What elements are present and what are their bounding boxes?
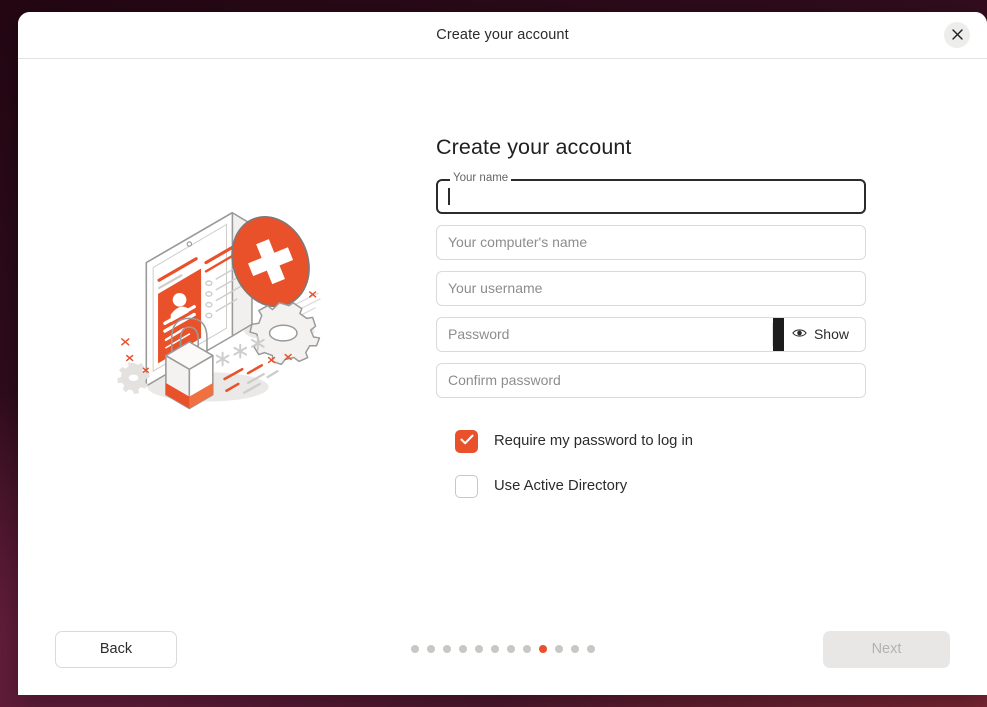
pagination-dot-12 <box>586 645 595 653</box>
pagination-dot-4 <box>458 645 467 653</box>
dialog-title: Create your account <box>436 27 569 43</box>
eye-icon <box>792 326 807 342</box>
next-button[interactable]: Next <box>823 630 950 668</box>
use-active-directory-checkbox-row[interactable]: Use Active Directory <box>455 474 877 498</box>
field-row-computer-name: Your computer's name <box>436 224 877 260</box>
checkmark-icon <box>459 432 474 450</box>
require-password-checkbox[interactable] <box>455 429 478 453</box>
confirm-password-placeholder: Confirm password <box>448 372 561 388</box>
password-caret-block <box>772 317 784 351</box>
show-password-label: Show <box>813 326 849 342</box>
pagination-dot-1 <box>410 645 419 653</box>
field-row-password: Password Show <box>436 316 877 352</box>
close-icon <box>951 28 963 43</box>
use-active-directory-checkbox[interactable] <box>455 474 478 498</box>
computer-name-input[interactable]: Your computer's name <box>436 224 866 260</box>
require-password-label: Require my password to log in <box>494 433 694 449</box>
text-caret <box>448 187 450 205</box>
dialog-footer: Back Next <box>18 603 987 695</box>
close-button[interactable] <box>944 22 970 48</box>
computer-name-placeholder: Your computer's name <box>448 234 588 250</box>
pagination-dot-6 <box>490 645 499 653</box>
illustration-pane <box>18 201 436 461</box>
password-field-group: Password Show <box>436 316 866 352</box>
password-input[interactable]: Password <box>437 318 772 351</box>
pagination-dot-7 <box>506 645 515 653</box>
back-button[interactable]: Back <box>55 630 177 668</box>
field-row-full-name: Your name <box>436 171 877 214</box>
pagination-dot-11 <box>570 645 579 653</box>
confirm-password-input[interactable]: Confirm password <box>436 362 866 398</box>
pagination-dot-8 <box>522 645 531 653</box>
use-active-directory-label: Use Active Directory <box>494 478 628 494</box>
dialog-titlebar: Create your account <box>18 12 987 59</box>
create-account-dialog: Create your account Create your account … <box>18 12 987 695</box>
dialog-body: Create your account Your name Your compu… <box>18 59 987 603</box>
require-password-checkbox-row[interactable]: Require my password to log in <box>455 429 877 453</box>
username-placeholder: Your username <box>448 280 543 296</box>
pagination-dot-5 <box>474 645 483 653</box>
pagination-dot-3 <box>442 645 451 653</box>
field-row-confirm-password: Confirm password <box>436 362 877 398</box>
full-name-label: Your name <box>450 171 512 185</box>
pagination-dot-10 <box>554 645 563 653</box>
account-setup-illustration-icon <box>115 201 340 431</box>
page-title: Create your account <box>436 134 632 159</box>
password-placeholder: Password <box>448 326 510 342</box>
field-row-username: Your username <box>436 270 877 306</box>
show-password-button[interactable]: Show <box>784 318 865 351</box>
username-input[interactable]: Your username <box>436 270 866 306</box>
pagination-dot-2 <box>426 645 435 653</box>
pagination-dot-9 <box>538 645 547 653</box>
form-pane: Create your account Your name Your compu… <box>436 135 987 528</box>
